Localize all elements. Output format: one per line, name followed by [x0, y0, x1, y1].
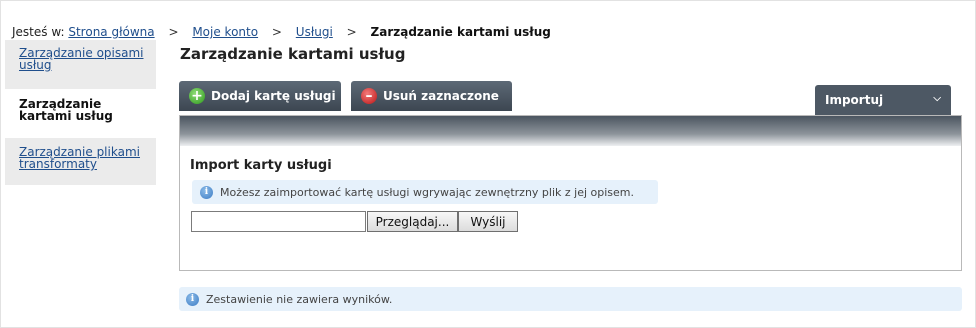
info-icon: i — [186, 292, 199, 306]
sidebar-item-service-descriptions[interactable]: Zarządzanie opisami usług — [5, 40, 156, 89]
sidebar-item-service-cards[interactable]: Zarządzanie kartami usług — [5, 89, 156, 138]
delete-selected-label: Usuń zaznaczone — [383, 89, 499, 103]
breadcrumb-link-home[interactable]: Strona główna — [68, 25, 154, 39]
sidebar-item-label[interactable]: Zarządzanie opisami usług — [19, 46, 144, 72]
page-title: Zarządzanie kartami usług — [180, 45, 406, 63]
breadcrumb-link-account[interactable]: Moje konto — [192, 25, 258, 39]
results-info-box: i Zestawienie nie zawiera wyników. — [179, 287, 962, 311]
breadcrumb-prefix: Jesteś w: — [12, 25, 65, 39]
sidebar-item-transform-files[interactable]: Zarządzanie plikami transformaty — [5, 138, 156, 185]
breadcrumb-separator: > — [346, 25, 357, 39]
file-path-input[interactable] — [191, 211, 366, 232]
breadcrumb-link-services[interactable]: Usługi — [296, 25, 333, 39]
minus-icon: – — [361, 88, 377, 104]
info-icon: i — [200, 185, 213, 199]
sidebar-item-label[interactable]: Zarządzanie plikami transformaty — [19, 145, 140, 171]
import-info-text: Możesz zaimportować kartę usługi wgrywaj… — [220, 185, 635, 199]
import-panel: Import karty usługi i Możesz zaimportowa… — [179, 115, 962, 271]
panel-header-bar — [180, 116, 961, 146]
import-title: Import karty usługi — [190, 158, 332, 173]
plus-icon: + — [189, 88, 205, 104]
results-message: Zestawienie nie zawiera wyników. — [206, 292, 393, 306]
delete-selected-button[interactable]: – Usuń zaznaczone — [351, 81, 512, 111]
sidebar-item-label: Zarządzanie kartami usług — [19, 97, 113, 123]
add-card-button[interactable]: + Dodaj kartę usługi — [179, 81, 341, 111]
browse-button[interactable]: Przeglądaj... — [367, 211, 458, 232]
sidebar: Zarządzanie opisami usług Zarządzanie ka… — [5, 40, 156, 185]
send-button[interactable]: Wyślij — [458, 211, 518, 232]
breadcrumb-separator: > — [168, 25, 179, 39]
add-card-label: Dodaj kartę usługi — [211, 89, 336, 103]
tab-import[interactable]: Importuj ⌵ — [815, 85, 951, 115]
import-info-box: i Możesz zaimportować kartę usługi wgryw… — [192, 180, 658, 204]
tab-import-label: Importuj — [825, 93, 884, 107]
breadcrumb: Jesteś w: Strona główna > Moje konto > U… — [12, 25, 551, 39]
breadcrumb-current: Zarządzanie kartami usług — [370, 25, 551, 39]
chevron-down-icon: ⌵ — [933, 93, 941, 104]
breadcrumb-separator: > — [271, 25, 282, 39]
